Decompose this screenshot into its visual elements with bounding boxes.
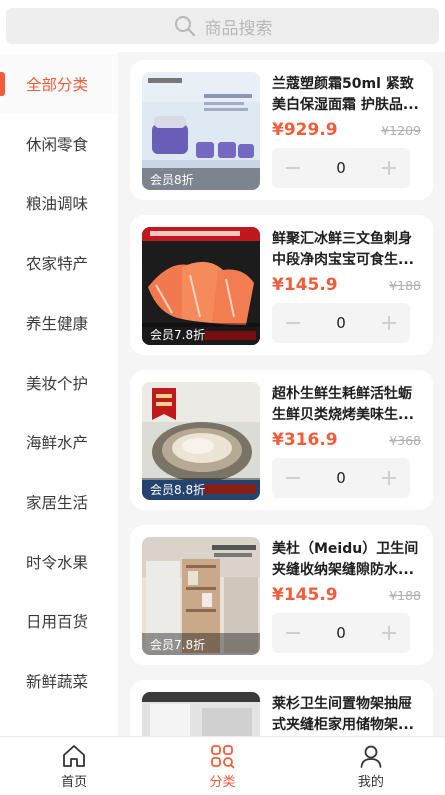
minus-icon — [286, 322, 300, 324]
plus-icon — [381, 316, 396, 330]
plus-icon — [381, 471, 396, 485]
decrease-button[interactable] — [282, 622, 304, 644]
product-title[interactable]: 莱杉卫生间置物架抽屉式夹缝柜家用储物架... — [272, 694, 422, 736]
quantity-stepper: 0 — [272, 458, 410, 498]
increase-button[interactable] — [378, 157, 400, 179]
search-input[interactable]: 商品搜索 — [6, 8, 439, 44]
user-icon — [360, 745, 382, 768]
increase-button[interactable] — [378, 622, 400, 644]
sidebar-item-label: 海鲜水产 — [26, 434, 89, 452]
quantity-value: 0 — [336, 159, 346, 177]
product-title[interactable]: 超朴生鲜生耗鲜活牡蛎生鲜贝类烧烤美味生... — [272, 384, 422, 426]
product-title[interactable]: 鲜聚汇冰鲜三文鱼刺身中段净肉宝宝可食生... — [272, 229, 422, 271]
nav-category-label: 分类 — [209, 774, 236, 790]
nav-category[interactable]: 分类 — [148, 737, 296, 795]
increase-button[interactable] — [378, 312, 400, 334]
member-discount-badge: 会员8折 — [142, 168, 260, 190]
plus-icon — [381, 161, 396, 175]
sidebar-item-grain-oil[interactable]: 粮油调味 — [0, 173, 118, 233]
nav-mine[interactable]: 我的 — [297, 737, 445, 795]
sidebar-item-health[interactable]: 养生健康 — [0, 293, 118, 353]
decrease-button[interactable] — [282, 467, 304, 489]
product-image[interactable]: 会员8折 — [142, 72, 260, 190]
product-price: ¥145.9 — [272, 275, 338, 295]
product-card[interactable]: 会员8.8折 超朴生鲜生耗鲜活牡蛎生鲜贝类烧烤美味生... ¥316.9 ¥36… — [130, 370, 433, 510]
nav-home-label: 首页 — [61, 774, 88, 790]
member-discount-badge: 会员7.8折 — [142, 323, 260, 345]
product-price: ¥316.9 — [272, 430, 338, 450]
sidebar-item-seafood[interactable]: 海鲜水产 — [0, 412, 118, 472]
sidebar-item-label: 时令水果 — [26, 554, 89, 572]
sidebar-item-label: 休闲零食 — [26, 136, 89, 154]
minus-icon — [286, 167, 300, 169]
product-original-price: ¥1209 — [381, 123, 421, 138]
sidebar-item-label: 家居生活 — [26, 494, 89, 512]
decrease-button[interactable] — [282, 157, 304, 179]
top-bar: 商品搜索 — [0, 0, 445, 52]
product-price: ¥929.9 — [272, 120, 338, 140]
product-image[interactable]: 会员7.8折 — [142, 537, 260, 655]
increase-button[interactable] — [378, 467, 400, 489]
quantity-value: 0 — [336, 469, 346, 487]
category-sidebar: 全部分类 休闲零食 粮油调味 农家特产 养生健康 美妆个护 海鲜水产 家居生活 … — [0, 52, 118, 736]
nav-home[interactable]: 首页 — [0, 737, 148, 795]
sidebar-item-snacks[interactable]: 休闲零食 — [0, 114, 118, 174]
product-original-price: ¥188 — [389, 278, 421, 293]
product-image[interactable]: 会员8.8折 — [142, 382, 260, 500]
nav-mine-label: 我的 — [357, 774, 384, 790]
sidebar-item-daily-goods[interactable]: 日用百货 — [0, 591, 118, 651]
product-price: ¥145.9 — [272, 585, 338, 605]
sidebar-item-label: 养生健康 — [26, 315, 89, 333]
quantity-stepper: 0 — [272, 148, 410, 188]
product-image[interactable] — [142, 692, 260, 736]
sidebar-item-vegetables[interactable]: 新鲜蔬菜 — [0, 651, 118, 711]
product-card[interactable]: 莱杉卫生间置物架抽屉式夹缝柜家用储物架... — [130, 680, 433, 736]
search-icon — [174, 16, 195, 37]
search-placeholder: 商品搜索 — [204, 18, 273, 39]
sidebar-item-home[interactable]: 家居生活 — [0, 472, 118, 532]
sidebar-item-label: 农家特产 — [26, 255, 89, 273]
member-discount-badge: 会员8.8折 — [142, 478, 260, 500]
cabinet-image — [142, 692, 260, 736]
category-icon — [211, 744, 235, 768]
bottom-navigation: 首页 分类 我的 — [0, 736, 445, 795]
sidebar-item-label: 新鲜蔬菜 — [26, 673, 89, 691]
product-original-price: ¥368 — [389, 433, 421, 448]
plus-icon — [381, 626, 396, 640]
minus-icon — [286, 632, 300, 634]
sidebar-item-fruit[interactable]: 时令水果 — [0, 532, 118, 592]
product-image[interactable]: 会员7.8折 — [142, 227, 260, 345]
quantity-value: 0 — [336, 314, 346, 332]
decrease-button[interactable] — [282, 312, 304, 334]
home-icon — [63, 744, 86, 767]
product-card[interactable]: 会员7.8折 美杜（Meidu）卫生间夹缝收纳架缝隙防水... ¥145.9 ¥… — [130, 525, 433, 665]
product-title[interactable]: 美杜（Meidu）卫生间夹缝收纳架缝隙防水... — [272, 539, 422, 581]
product-title[interactable]: 兰蔻塑颜霜50ml 紧致美白保湿面霜 护肤品... — [272, 74, 422, 116]
sidebar-item-label: 美妆个护 — [26, 375, 89, 393]
sidebar-item-all[interactable]: 全部分类 — [0, 54, 118, 114]
product-list[interactable]: 会员8折 兰蔻塑颜霜50ml 紧致美白保湿面霜 护肤品... ¥929.9 ¥1… — [118, 52, 445, 736]
sidebar-item-label: 日用百货 — [26, 613, 89, 631]
product-card[interactable]: 会员8折 兰蔻塑颜霜50ml 紧致美白保湿面霜 护肤品... ¥929.9 ¥1… — [130, 60, 433, 200]
product-card[interactable]: 会员7.8折 鲜聚汇冰鲜三文鱼刺身中段净肉宝宝可食生... ¥145.9 ¥18… — [130, 215, 433, 355]
quantity-stepper: 0 — [272, 303, 410, 343]
minus-icon — [286, 477, 300, 479]
quantity-value: 0 — [336, 624, 346, 642]
member-discount-badge: 会员7.8折 — [142, 633, 260, 655]
sidebar-item-label: 粮油调味 — [26, 195, 89, 213]
quantity-stepper: 0 — [272, 613, 410, 653]
sidebar-item-beauty[interactable]: 美妆个护 — [0, 353, 118, 413]
sidebar-item-label: 全部分类 — [26, 76, 89, 94]
product-original-price: ¥188 — [389, 588, 421, 603]
sidebar-item-farm-specialty[interactable]: 农家特产 — [0, 233, 118, 293]
